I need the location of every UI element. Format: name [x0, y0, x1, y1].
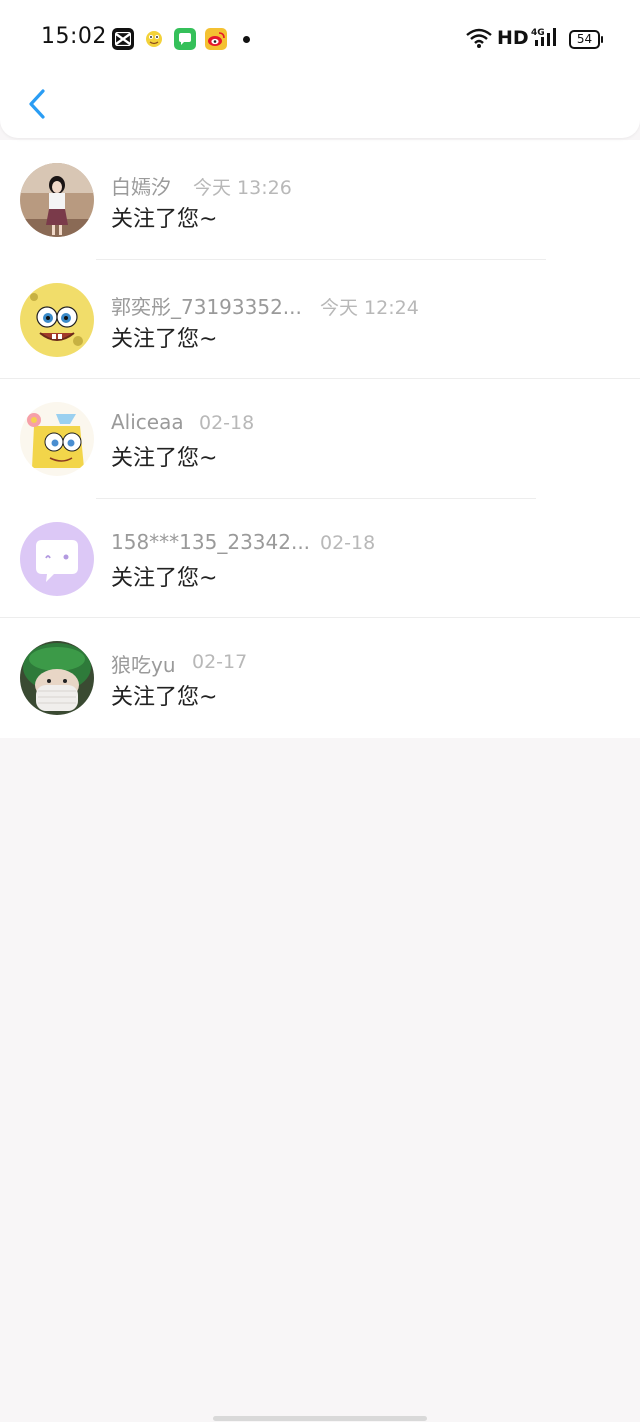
timestamp: 今天 12:24: [320, 296, 419, 319]
header: 15:02 HD 4G 54: [0, 0, 640, 138]
timestamp: 02-18: [199, 412, 255, 434]
svg-text:4G: 4G: [531, 28, 545, 38]
message-text: 关注了您~: [111, 565, 218, 591]
list-item[interactable]: 狼吃yu 02-17 关注了您~: [0, 618, 640, 738]
message-text: 关注了您~: [111, 446, 218, 471]
avatar[interactable]: [20, 282, 94, 357]
messages-icon: [174, 28, 196, 50]
avatar[interactable]: [20, 163, 94, 237]
status-bar: 15:02 HD 4G 54: [0, 0, 640, 78]
network-label: HD: [497, 27, 529, 49]
list-item[interactable]: 郭奕彤_73193352... 今天 12:24 关注了您~: [0, 260, 640, 379]
message-text: 关注了您~: [111, 685, 218, 710]
message-text: 关注了您~: [111, 326, 218, 352]
user-name[interactable]: 白嫣汐: [111, 171, 171, 200]
home-indicator[interactable]: [213, 1416, 427, 1421]
timestamp: 02-17: [192, 651, 248, 673]
user-name[interactable]: 狼吃yu: [111, 649, 176, 678]
chevron-left-icon: [29, 89, 45, 119]
list-item[interactable]: 白嫣汐 今天 13:26 关注了您~: [0, 140, 640, 260]
capcut-icon: [112, 28, 134, 50]
message-text: 关注了您~: [111, 207, 218, 232]
avatar[interactable]: [20, 402, 94, 476]
cartoon-app-icon: [143, 28, 165, 50]
status-time: 15:02: [41, 24, 107, 49]
wifi-icon: [466, 28, 492, 52]
timestamp: 02-18: [320, 531, 376, 554]
timestamp: 今天 13:26: [193, 177, 292, 199]
avatar[interactable]: [20, 641, 94, 715]
user-name[interactable]: 158***135_23342...: [111, 530, 310, 554]
cell-signal-icon: 4G: [531, 26, 561, 52]
more-notifications-dot: [243, 36, 250, 43]
weibo-icon: [205, 28, 227, 50]
avatar[interactable]: [20, 521, 94, 596]
list-item[interactable]: Aliceaa 02-18 关注了您~: [0, 379, 640, 499]
battery-indicator: 54: [569, 30, 603, 49]
user-name[interactable]: Aliceaa: [111, 410, 184, 434]
list-item[interactable]: 158***135_23342... 02-18 关注了您~: [0, 499, 640, 618]
notification-list: 白嫣汐 今天 13:26 关注了您~ 郭奕彤_73193352... 今天 12: [0, 140, 640, 738]
user-name[interactable]: 郭奕彤_73193352...: [111, 291, 302, 320]
back-button[interactable]: [22, 86, 52, 122]
